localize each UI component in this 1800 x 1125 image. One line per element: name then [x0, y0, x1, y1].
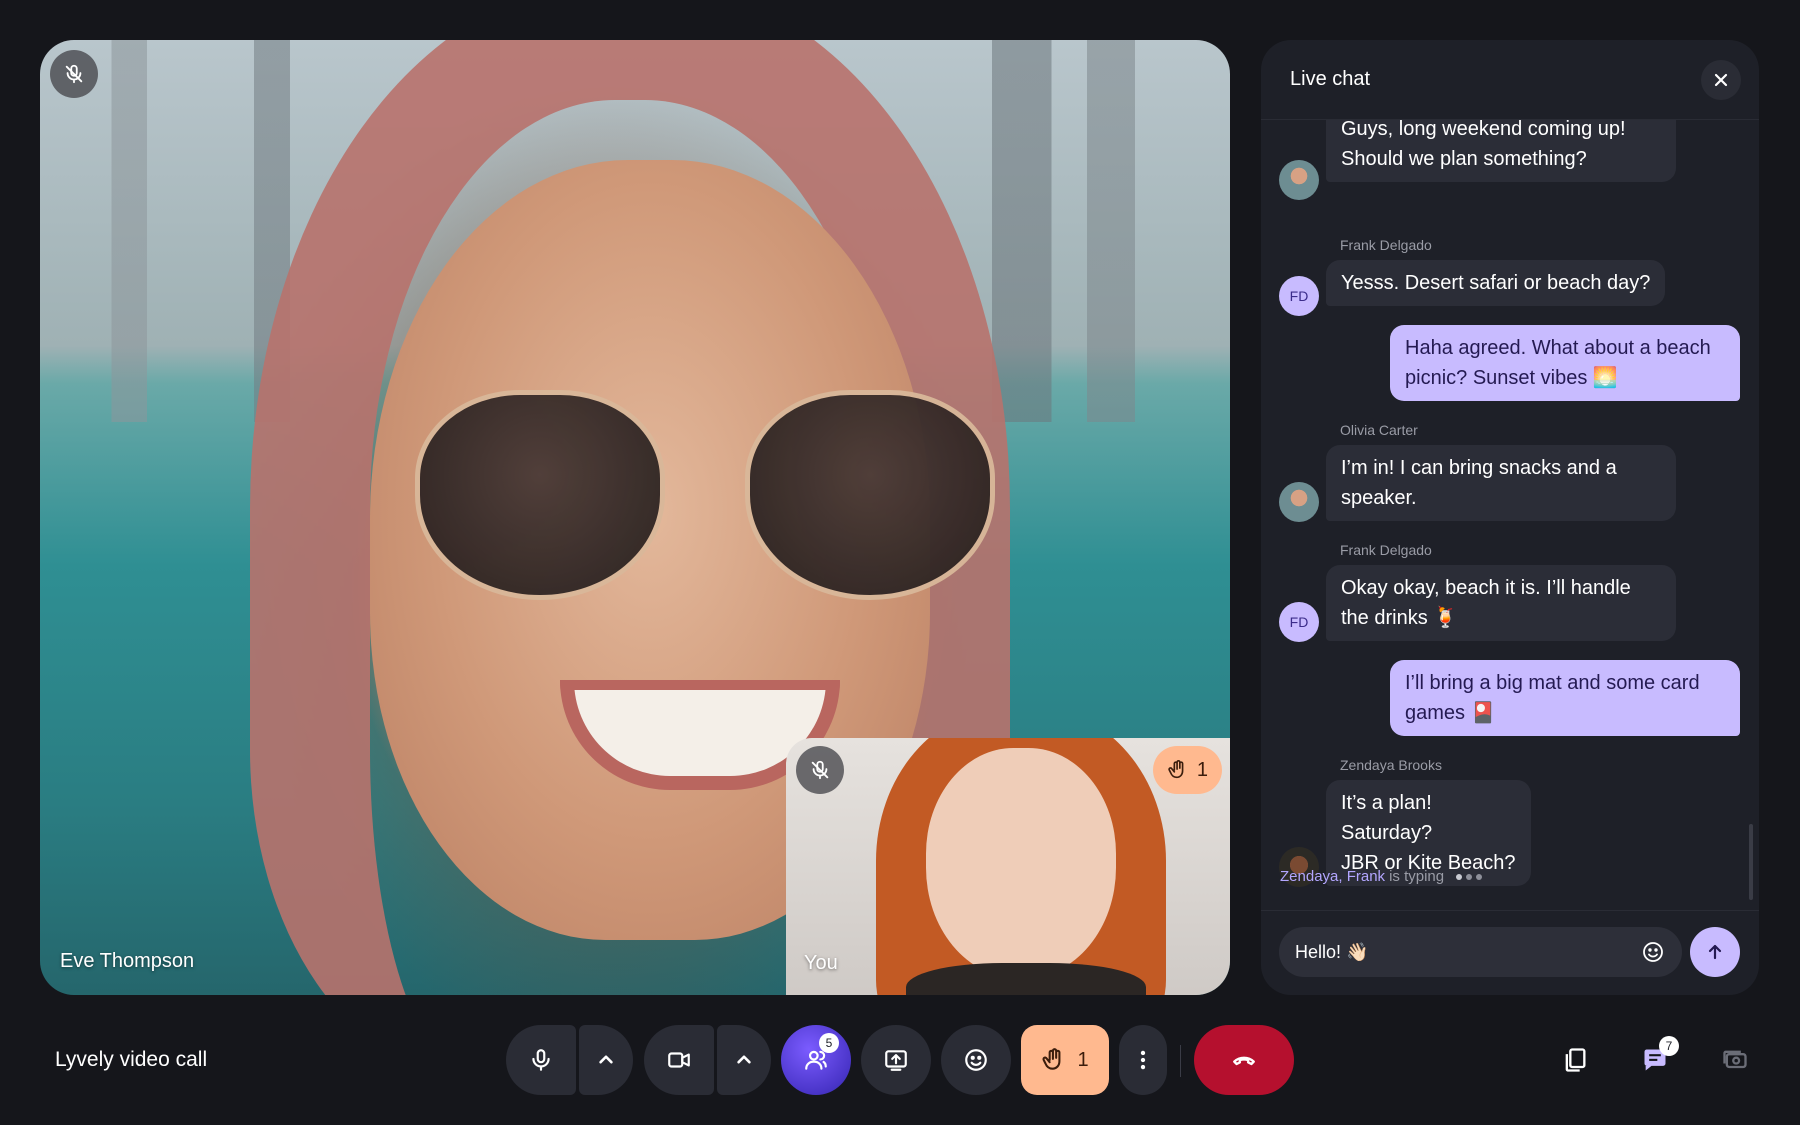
- typing-dots: [1456, 873, 1483, 880]
- self-video-face: [926, 748, 1116, 978]
- chat-message: I’m in! I can bring snacks and a speaker…: [1326, 445, 1676, 521]
- main-participant-name: Eve Thompson: [60, 950, 195, 972]
- message-sender: Olivia Carter: [1340, 422, 1418, 438]
- typing-text: is typing: [1389, 868, 1445, 885]
- chat-composer: [1261, 910, 1759, 995]
- arrow-up-icon: [1708, 944, 1722, 960]
- chat-header: Live chat: [1261, 40, 1759, 120]
- message-line: speaker.: [1341, 487, 1417, 509]
- self-name-label: You: [804, 952, 838, 974]
- message-line: Yesss. Desert safari or beach day?: [1341, 272, 1651, 294]
- chat-toggle-button[interactable]: 7: [1635, 1036, 1679, 1080]
- participants-button[interactable]: 5: [781, 1025, 851, 1095]
- chat-message: Yesss. Desert safari or beach day?: [1326, 260, 1666, 306]
- smiley-icon: [965, 1049, 987, 1071]
- chevron-up-icon: [737, 1055, 751, 1064]
- avatar: [1279, 482, 1319, 522]
- mic-off-icon: [65, 64, 83, 84]
- raise-hand-count: 1: [1077, 1048, 1089, 1071]
- chat-unread-badge: 7: [1659, 1036, 1679, 1056]
- more-vertical-icon: [1140, 1050, 1146, 1070]
- toolbar-divider: [1180, 1045, 1181, 1077]
- raised-hand-icon: [1168, 760, 1184, 779]
- chat-message-own: Haha agreed. What about a beach picnic? …: [1390, 325, 1740, 401]
- avatar: FD: [1279, 276, 1319, 316]
- self-video-shirt: [906, 963, 1146, 995]
- copy-link-button[interactable]: [1555, 1040, 1595, 1080]
- camera-stack-icon: [1723, 1050, 1747, 1069]
- message-line: Haha agreed. What about a beach: [1405, 337, 1711, 359]
- emoji-picker-icon[interactable]: [1641, 940, 1665, 964]
- avatar: FD: [1279, 602, 1319, 642]
- message-line: I’ll bring a big mat and some card: [1405, 672, 1700, 694]
- avatar: [1279, 160, 1319, 200]
- message-line: Should we plan something?: [1341, 148, 1587, 170]
- cast-button[interactable]: [1715, 1040, 1755, 1080]
- close-chat-button[interactable]: [1701, 60, 1741, 100]
- participants-count-badge: 5: [819, 1033, 839, 1053]
- message-line: Guys, long weekend coming up!: [1341, 120, 1626, 140]
- message-line: I’m in! I can bring snacks and a: [1341, 457, 1617, 479]
- reactions-button[interactable]: [941, 1025, 1011, 1095]
- message-sender: Frank Delgado: [1340, 542, 1432, 558]
- message-line: Okay okay, beach it is. I’ll handle: [1341, 577, 1631, 599]
- close-icon: [1714, 73, 1728, 87]
- copy-icon: [1565, 1048, 1586, 1072]
- chat-message: Okay okay, beach it is. I’ll handle the …: [1326, 565, 1676, 641]
- self-hand-count: 1: [1196, 758, 1208, 781]
- app-title: Lyvely video call: [55, 1048, 208, 1071]
- video-sunglasses-right: [745, 390, 995, 600]
- typing-indicator: Zendaya, Frank is typing: [1280, 868, 1483, 885]
- typing-users: Zendaya, Frank: [1280, 868, 1386, 885]
- share-screen-button[interactable]: [861, 1025, 931, 1095]
- message-sender: Frank Delgado: [1340, 237, 1432, 253]
- main-mute-indicator: [50, 50, 98, 98]
- chat-message-own: I’ll bring a big mat and some card games…: [1390, 660, 1740, 736]
- screen-share-icon: [885, 1050, 907, 1071]
- message-line: picnic? Sunset vibes 🌅: [1405, 367, 1618, 389]
- chevron-up-icon: [599, 1055, 613, 1064]
- chat-message-input[interactable]: [1279, 927, 1682, 977]
- self-raised-hand-badge: 1: [1152, 746, 1222, 794]
- end-call-button[interactable]: [1194, 1025, 1294, 1095]
- camera-button[interactable]: [644, 1025, 714, 1095]
- message-line: games 🎴: [1405, 702, 1496, 724]
- video-camera-icon: [668, 1052, 690, 1068]
- chat-message-list[interactable]: Guys, long weekend coming up! Should we …: [1261, 120, 1759, 910]
- chat-scrollbar[interactable]: [1749, 824, 1753, 900]
- microphone-button[interactable]: [506, 1025, 576, 1095]
- raised-hand-icon: [1042, 1048, 1061, 1070]
- message-sender: Zendaya Brooks: [1340, 757, 1442, 773]
- message-line: Saturday?: [1341, 822, 1433, 844]
- send-message-button[interactable]: [1690, 927, 1740, 977]
- camera-options-button[interactable]: [717, 1025, 771, 1095]
- message-line: It’s a plan!: [1341, 792, 1432, 814]
- chat-message: Guys, long weekend coming up! Should we …: [1326, 120, 1676, 182]
- self-video-tile[interactable]: 1 You: [786, 738, 1230, 995]
- chat-title: Live chat: [1290, 68, 1371, 90]
- microphone-options-button[interactable]: [579, 1025, 633, 1095]
- raise-hand-button[interactable]: 1: [1021, 1025, 1109, 1095]
- message-line: the drinks 🍹: [1341, 607, 1459, 629]
- video-sunglasses-left: [415, 390, 665, 600]
- more-options-button[interactable]: [1119, 1025, 1167, 1095]
- mic-off-icon: [811, 760, 829, 780]
- self-mute-indicator: [796, 746, 844, 794]
- microphone-icon: [532, 1049, 550, 1071]
- phone-hangup-icon: [1233, 1056, 1255, 1066]
- chat-panel: Live chat Guys, long weekend coming up! …: [1261, 40, 1759, 995]
